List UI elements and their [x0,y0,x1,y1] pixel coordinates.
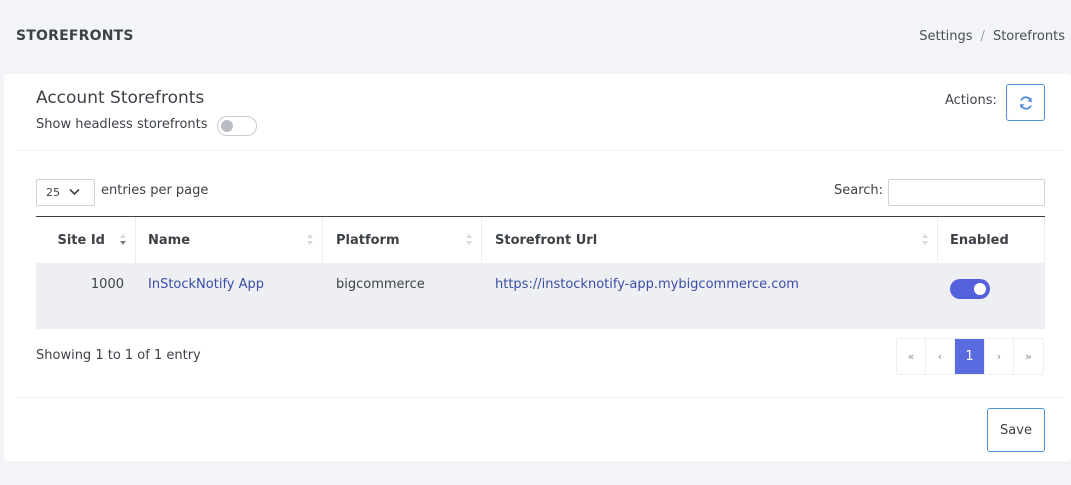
previous-page-button[interactable]: ‹ [926,339,955,374]
toggle-knob [220,119,233,132]
storefronts-table: Site Id Name Platform Storefront Url Ena… [36,216,1045,329]
search-input[interactable] [888,179,1045,206]
cell-storefront-url-link[interactable]: https://instocknotify-app.mybigcommerce.… [495,277,799,292]
header-divider [16,150,1064,151]
breadcrumb-current: Storefronts [992,29,1065,44]
column-header-storefront-url[interactable]: Storefront Url [482,217,938,263]
column-header-site-id[interactable]: Site Id [36,217,136,263]
sort-icon [922,234,928,245]
toggle-knob [974,283,986,295]
column-header-platform[interactable]: Platform [323,217,482,263]
column-label: Enabled [950,232,1009,248]
first-page-button[interactable]: « [897,339,926,374]
entries-per-page-label: entries per page [101,183,209,198]
enabled-toggle[interactable] [950,279,990,299]
chevron-down-icon [69,188,80,196]
headless-toggle-label: Show headless storefronts [36,116,208,132]
card-title: Account Storefronts [36,88,205,108]
search-label: Search: [834,183,884,198]
cell-platform: bigcommerce [336,277,425,292]
footer-divider [16,397,1064,398]
last-page-button[interactable]: » [1014,339,1043,374]
breadcrumb: Settings / Storefronts [919,29,1065,44]
next-page-button[interactable]: › [985,339,1014,374]
page-1-button[interactable]: 1 [955,339,985,374]
headless-toggle[interactable] [216,115,257,136]
refresh-button[interactable] [1006,84,1045,121]
sort-icon [466,234,472,245]
page-length-value: 25 [46,186,60,199]
headless-toggle-row: Show headless storefronts [36,114,257,136]
page-header: STOREFRONTS Settings / Storefronts [0,0,1071,74]
storefronts-card: Account Storefronts Show headless storef… [4,74,1071,461]
refresh-icon [1019,95,1032,110]
sort-desc-icon [120,234,126,245]
column-label: Platform [336,232,400,248]
page-title: STOREFRONTS [16,28,134,44]
cell-site-id: 1000 [90,277,124,292]
table-info: Showing 1 to 1 of 1 entry [36,348,201,363]
page-length-select[interactable]: 25 [36,179,95,206]
actions-label: Actions: [945,93,997,108]
sort-icon [307,234,313,245]
table-row: 1000 InStockNotify App bigcommerce https… [36,263,1045,329]
breadcrumb-settings-link[interactable]: Settings [919,29,972,44]
column-label: Name [148,232,191,248]
cell-name-link[interactable]: InStockNotify App [148,277,264,292]
breadcrumb-separator: / [980,29,985,44]
column-label: Site Id [57,232,105,248]
pagination: « ‹ 1 › » [896,338,1044,375]
column-header-name[interactable]: Name [136,217,323,263]
column-header-enabled: Enabled [938,217,1045,263]
save-button[interactable]: Save [987,408,1045,452]
column-label: Storefront Url [495,232,598,248]
